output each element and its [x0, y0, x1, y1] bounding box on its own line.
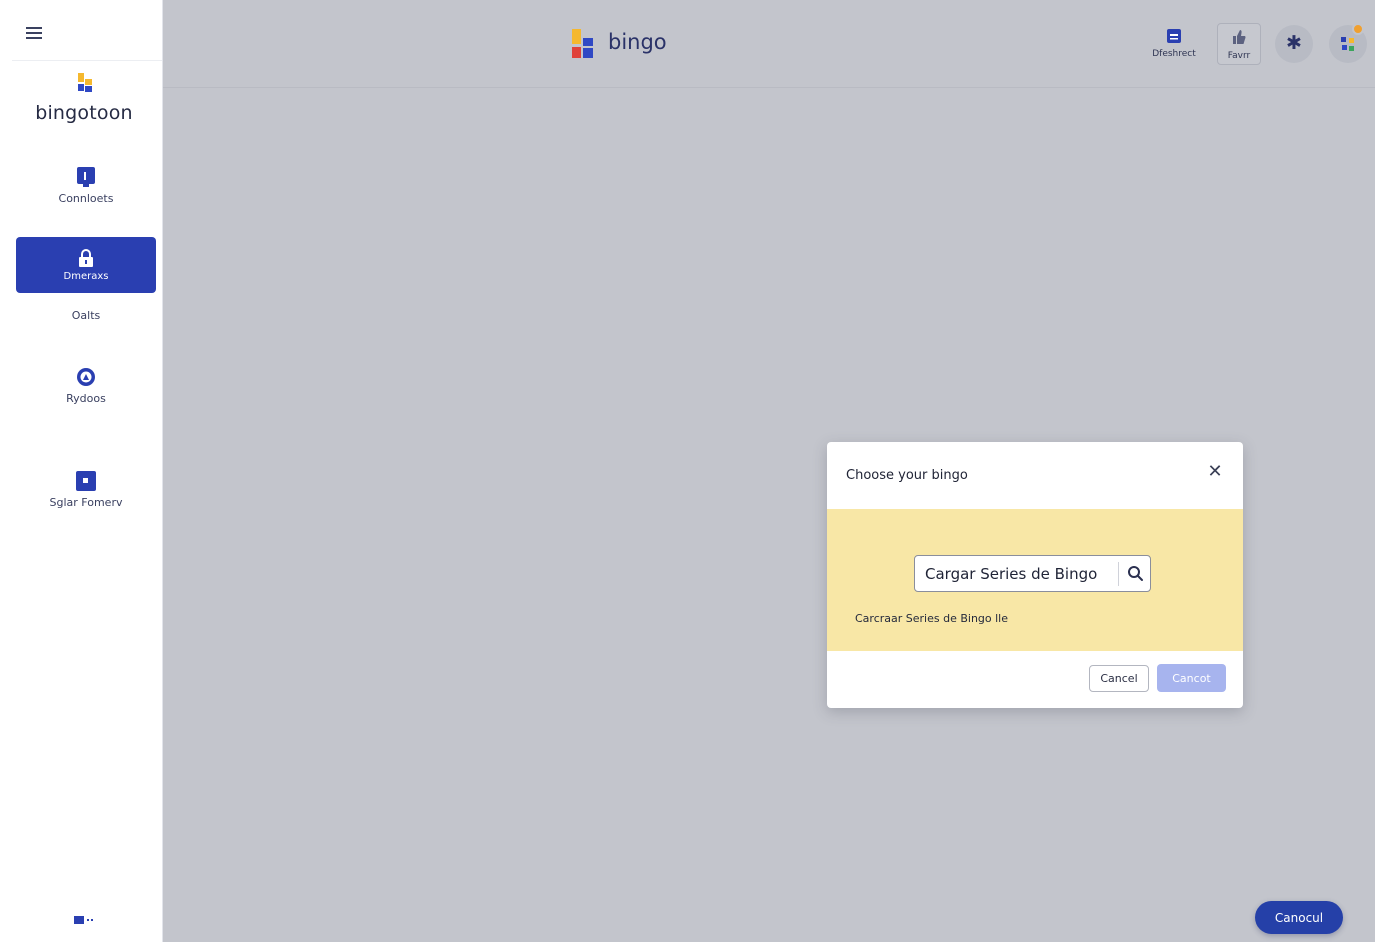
lock-icon [79, 249, 93, 267]
search-icon [1128, 566, 1143, 581]
dashboard-icon [1167, 29, 1181, 43]
sidebar-divider [12, 60, 162, 61]
file-hint-text: Carcraar Series de Bingo lle [855, 612, 1009, 625]
dialog-body: Carcraar Series de Bingo lle [827, 509, 1243, 651]
sidebar-item-dmeraxs[interactable]: Dmeraxs [16, 237, 156, 293]
sidebar-item-connloets[interactable]: Connloets [16, 166, 156, 205]
favorites-star-button[interactable]: ✱ [1275, 25, 1313, 63]
main-overlay: bingo Dfeshrect Favrr ✱ Choose your bing… [163, 0, 1375, 942]
dialog-title: Choose your bingo [846, 468, 968, 483]
sidebar-item-label: Dmeraxs [63, 271, 109, 282]
collapse-sidebar-icon[interactable] [74, 914, 98, 926]
sidebar-item-sglar-fomerv[interactable]: Sglar Fomerv [16, 470, 156, 509]
search-button[interactable] [1121, 556, 1151, 591]
app-logo-icon [572, 29, 593, 58]
close-icon[interactable]: ✕ [1205, 462, 1225, 482]
location-pin-icon [77, 368, 95, 386]
sidebar: bingotoon Connloets Dmeraxs Oalts Rydoos [0, 0, 163, 942]
faves-label: Favrr [1227, 51, 1251, 61]
square-icon [76, 471, 96, 491]
faves-button[interactable]: Favrr [1217, 23, 1261, 65]
topbar: bingo Dfeshrect Favrr ✱ [163, 10, 1375, 88]
tablet-icon [77, 167, 95, 187]
sidebar-item-label: Connloets [58, 192, 114, 205]
sidebar-item-label: Sglar Fomerv [49, 496, 123, 509]
notification-badge [1352, 23, 1364, 35]
sidebar-item-label: Rydoos [66, 392, 106, 405]
confirm-button[interactable]: Cancot [1157, 664, 1226, 692]
sidebar-item-rydoos[interactable]: Rydoos [16, 366, 156, 405]
search-input[interactable] [915, 556, 1115, 591]
brand-logo-icon [78, 73, 92, 92]
search-box [914, 555, 1151, 592]
app-title: bingo [608, 30, 667, 54]
sidebar-sub-label[interactable]: Oalts [16, 309, 156, 322]
thumbs-up-icon [1233, 30, 1246, 44]
dashboard-label: Dfeshrect [1152, 49, 1196, 59]
choose-bingo-dialog: Choose your bingo ✕ Carcraar Series de B… [827, 442, 1243, 708]
asterisk-icon: ✱ [1286, 32, 1302, 54]
search-separator [1118, 562, 1119, 586]
cancel-button[interactable]: Cancel [1089, 665, 1149, 692]
brand-name: bingotoon [35, 102, 133, 124]
floating-cancel-button[interactable]: Canocul [1255, 901, 1343, 934]
hamburger-menu-icon[interactable] [26, 24, 48, 42]
dashboard-button[interactable]: Dfeshrect [1149, 28, 1199, 68]
